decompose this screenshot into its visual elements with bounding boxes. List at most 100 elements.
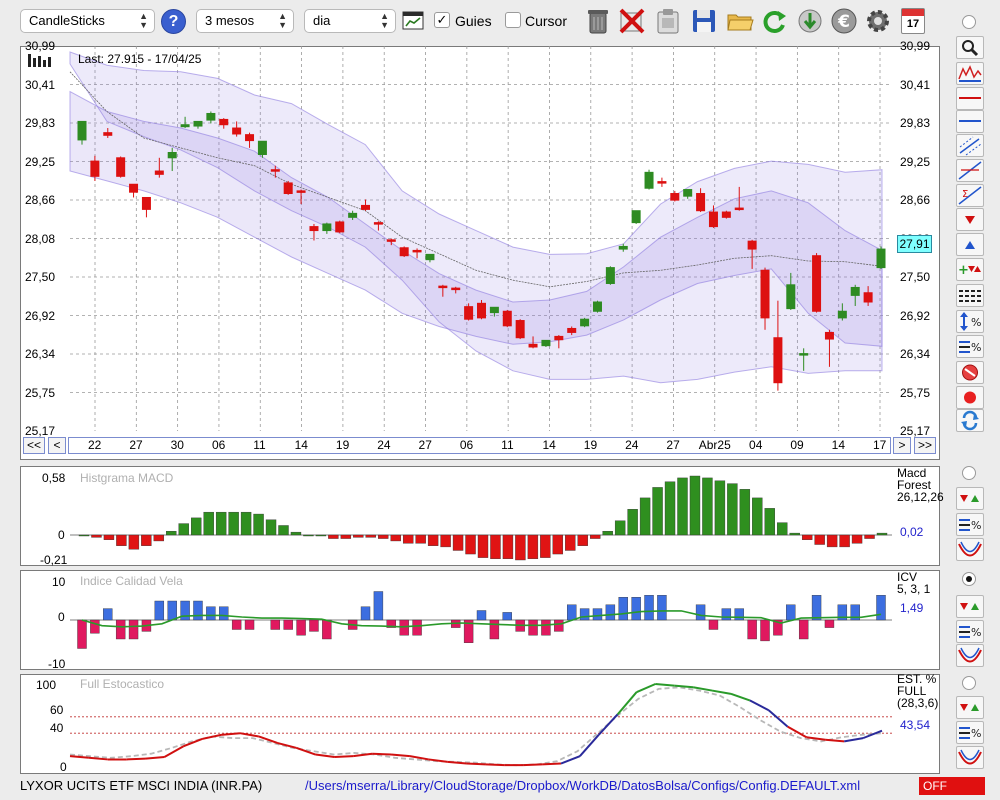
- macd-y-label: 0: [58, 528, 65, 542]
- stoch-info-line: (28,3,6): [897, 696, 939, 710]
- macd-select-radio[interactable]: [962, 466, 976, 480]
- instrument-name: LYXOR UCITS ETF MSCI INDIA (INR.PA): [20, 778, 263, 793]
- candle-body: [399, 247, 409, 257]
- icv-divergence-button[interactable]: [956, 644, 984, 667]
- macd-signals-button[interactable]: [956, 487, 984, 510]
- svg-text:%: %: [971, 341, 981, 354]
- price-y-label: 30,41: [900, 77, 931, 92]
- scroll-left-button[interactable]: <: [48, 437, 66, 454]
- svg-text:%: %: [971, 316, 981, 329]
- candle-body: [283, 182, 293, 195]
- candle-body: [425, 253, 435, 261]
- candle-body: [489, 306, 499, 314]
- candle-body: [180, 124, 190, 128]
- candle-body: [824, 331, 834, 340]
- compare-chart-button[interactable]: [956, 62, 984, 85]
- grid-lines-button[interactable]: [956, 284, 984, 307]
- percent-lines-icon: %: [959, 341, 981, 354]
- percent-lines-button[interactable]: %: [956, 335, 984, 358]
- last-price-label: 27,91: [897, 235, 932, 253]
- percent-range-button[interactable]: %: [956, 310, 984, 333]
- candle-body: [812, 255, 822, 312]
- icv-info: ICV 5, 3, 1: [897, 571, 930, 595]
- percent-lines-icon: %: [959, 519, 981, 532]
- trendline-tool-button[interactable]: [956, 159, 984, 182]
- prohibited-icon: [962, 364, 978, 381]
- price-y-label: 29,25: [900, 154, 931, 169]
- candle-body: [528, 343, 538, 348]
- stoch-y-label: 100: [36, 678, 57, 692]
- divergence-icon: [958, 647, 982, 663]
- candle-body: [721, 211, 731, 218]
- stoch-divergence-button[interactable]: [956, 746, 984, 769]
- icv-percent-button[interactable]: %: [956, 620, 984, 643]
- candle-body: [257, 140, 267, 155]
- config-path-link[interactable]: /Users/mserra/Library/CloudStorage/Dropb…: [305, 778, 860, 793]
- add-signal-button[interactable]: +: [956, 258, 984, 281]
- horizontal-line-blue-button[interactable]: [956, 110, 984, 133]
- candle-body: [644, 171, 654, 189]
- macd-divergence-button[interactable]: [956, 538, 984, 561]
- stoch-title: Full Estocastico: [80, 677, 165, 691]
- candle-body: [412, 249, 422, 253]
- macd-y-label: 0,58: [42, 471, 66, 485]
- price-y-label: 30,99: [25, 39, 56, 53]
- date-scrollbar[interactable]: [68, 437, 891, 454]
- horizontal-line-red-button[interactable]: [956, 87, 984, 110]
- candle-body: [786, 284, 796, 310]
- swap-button[interactable]: [956, 409, 984, 432]
- candle-body: [219, 118, 229, 126]
- price-y-label: 26,92: [25, 308, 56, 323]
- candle-body: [245, 134, 255, 142]
- icv-y-label: -10: [48, 657, 66, 671]
- scroll-start-button[interactable]: <<: [23, 437, 45, 454]
- candle-body: [734, 207, 744, 211]
- price-y-label: 25,75: [25, 385, 56, 400]
- arrow-up-button[interactable]: [956, 233, 984, 256]
- stoch-signals-button[interactable]: [956, 696, 984, 719]
- candle-body: [464, 306, 474, 320]
- candle-body: [477, 302, 486, 319]
- channel-tool-button[interactable]: [956, 134, 984, 157]
- scroll-end-button[interactable]: >>: [914, 437, 936, 454]
- candle-body: [502, 310, 512, 327]
- icv-y-label: 0: [58, 610, 65, 624]
- price-y-label: 28,66: [25, 193, 56, 207]
- stoch-percent-button[interactable]: %: [956, 721, 984, 744]
- candle-body: [618, 245, 628, 250]
- candle-body: [541, 339, 551, 347]
- candle-body: [193, 120, 203, 127]
- candle-body: [77, 120, 87, 141]
- arrow-down-button[interactable]: [956, 208, 984, 231]
- stoch-y-label: 60: [50, 703, 64, 717]
- candle-body: [90, 160, 100, 177]
- radio-dot-icon: [966, 576, 972, 582]
- icv-select-radio[interactable]: [962, 572, 976, 586]
- macd-y-label: -0,21: [40, 553, 68, 567]
- candle-body: [592, 301, 602, 312]
- fibonacci-tool-button[interactable]: Σ: [956, 184, 984, 207]
- record-button[interactable]: [956, 386, 984, 409]
- candle-body: [747, 240, 757, 250]
- price-y-label: 28,08: [25, 231, 56, 246]
- stop-button[interactable]: [956, 361, 984, 384]
- candle-body: [554, 335, 564, 341]
- candle-body: [438, 285, 448, 289]
- candle-body: [167, 152, 177, 159]
- price-y-label: 26,34: [25, 347, 56, 361]
- candle-body: [850, 286, 860, 296]
- panel-select-radio[interactable]: [962, 15, 976, 29]
- macd-percent-button[interactable]: %: [956, 513, 984, 536]
- sync-arrows-icon: [961, 410, 979, 431]
- macd-info: Macd Forest 26,12,26: [897, 467, 944, 503]
- candle-body: [348, 212, 358, 218]
- candle-body: [683, 189, 693, 197]
- zoom-button[interactable]: [956, 36, 984, 59]
- signal-arrows-icon: [960, 603, 979, 610]
- last-price-readout: Last: 27.915 - 17/04/25: [78, 52, 202, 66]
- scroll-right-button[interactable]: >: [893, 437, 911, 454]
- stoch-select-radio[interactable]: [962, 676, 976, 690]
- price-y-label: 30,99: [900, 39, 931, 53]
- icv-signals-button[interactable]: [956, 595, 984, 618]
- price-y-label: 27,50: [900, 270, 931, 284]
